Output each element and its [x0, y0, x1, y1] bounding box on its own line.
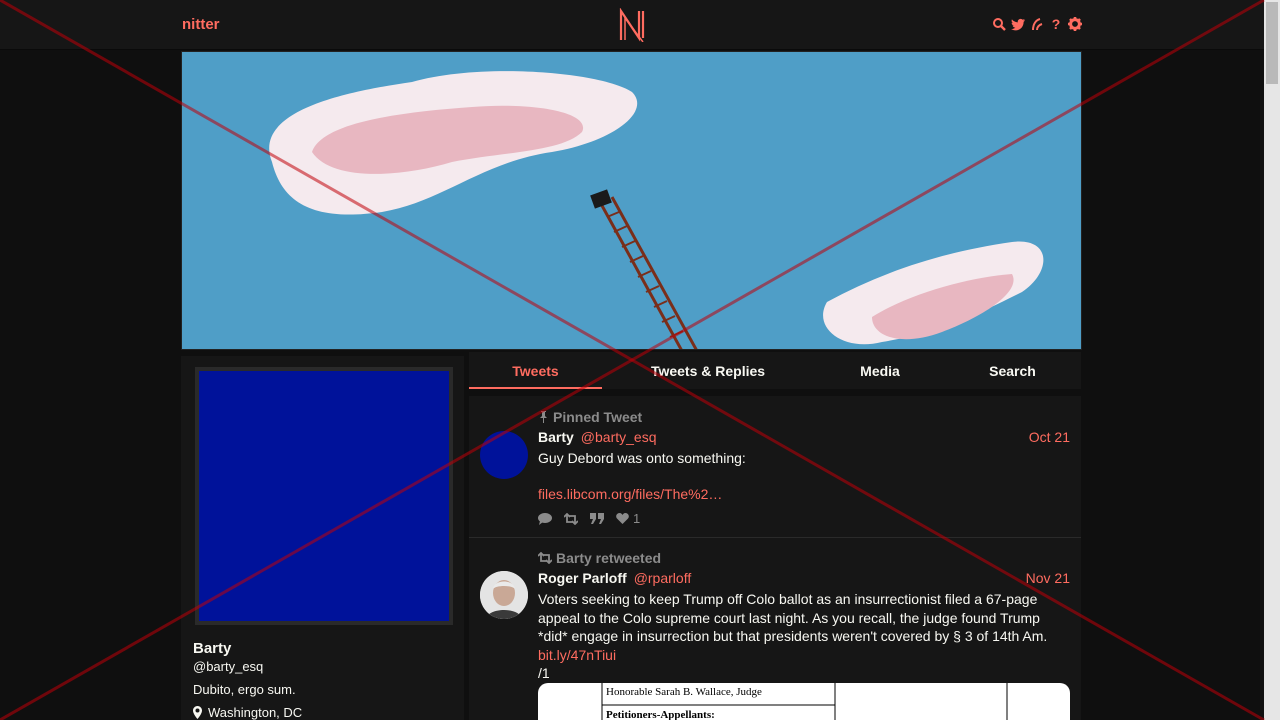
tweet-image-attachment[interactable]: Honorable Sarah B. Wallace, Judge Petiti… — [538, 683, 1070, 720]
search-icon[interactable] — [992, 16, 1006, 32]
top-navbar: nitter ? — [0, 0, 1264, 50]
profile-card: Barty @barty_esq Dubito, ergo sum. Washi… — [181, 356, 464, 720]
tweet-link[interactable]: bit.ly/47nTiui — [538, 646, 1058, 665]
tweet-author-handle[interactable]: @barty_esq — [581, 429, 657, 445]
nav-icon-group: ? — [992, 16, 1082, 32]
tab-search[interactable]: Search — [946, 352, 1079, 389]
quote-icon — [590, 513, 604, 524]
like-count: 1 — [633, 511, 641, 526]
document-line: Petitioners-Appellants: — [606, 709, 715, 720]
tab-tweets-replies[interactable]: Tweets & Replies — [602, 352, 814, 389]
scrollbar-thumb[interactable] — [1266, 2, 1278, 84]
tab-media[interactable]: Media — [814, 352, 946, 389]
tweet-header: Barty @barty_esq — [538, 429, 657, 445]
profile-name[interactable]: Barty — [193, 640, 231, 657]
retweeted-text: Barty retweeted — [556, 550, 662, 566]
timeline: Pinned Tweet Barty @barty_esq Oct 21 Guy… — [469, 396, 1081, 720]
tweet-stats: 1 — [538, 511, 640, 526]
reply-stat[interactable] — [538, 512, 552, 525]
quote-stat[interactable] — [590, 513, 604, 524]
page-scrollbar[interactable] — [1264, 0, 1280, 720]
help-icon[interactable]: ? — [1049, 16, 1063, 32]
settings-icon[interactable] — [1068, 16, 1082, 32]
tweet-header: Roger Parloff @rparloff — [538, 570, 691, 586]
brand-link[interactable]: nitter — [182, 16, 220, 33]
retweeted-label: Barty retweeted — [538, 550, 661, 566]
tweet-text: Voters seeking to keep Trump off Colo ba… — [538, 591, 1048, 644]
tweet-author-name[interactable]: Roger Parloff — [538, 570, 627, 586]
tweet-text: Guy Debord was onto something: — [538, 450, 746, 466]
timeline-tabs: Tweets Tweets & Replies Media Search — [469, 352, 1081, 389]
like-stat[interactable]: 1 — [616, 511, 640, 526]
tweet-text-suffix: /1 — [538, 665, 550, 681]
profile-bio: Dubito, ergo sum. — [193, 682, 296, 697]
profile-location: Washington, DC — [193, 705, 302, 720]
heart-icon — [616, 513, 629, 524]
tweet-date[interactable]: Oct 21 — [1029, 429, 1070, 445]
comment-icon — [538, 512, 552, 525]
retweet-icon — [564, 512, 578, 525]
pinned-text: Pinned Tweet — [553, 409, 643, 425]
document-line: Honorable Sarah B. Wallace, Judge — [606, 686, 762, 698]
profile-handle[interactable]: @barty_esq — [193, 659, 263, 674]
tweet-author-name[interactable]: Barty — [538, 429, 574, 445]
tweet-link[interactable]: files.libcom.org/files/The%2… — [538, 485, 1058, 504]
pinned-label: Pinned Tweet — [538, 409, 642, 425]
pin-icon — [540, 411, 547, 423]
tweet-author-handle[interactable]: @rparloff — [634, 570, 692, 586]
tweet-avatar[interactable] — [480, 571, 528, 619]
nitter-logo-icon[interactable] — [617, 8, 647, 42]
tweet[interactable]: Pinned Tweet Barty @barty_esq Oct 21 Guy… — [469, 396, 1081, 538]
retweet-icon — [538, 552, 552, 564]
rss-icon[interactable] — [1030, 16, 1044, 32]
profile-avatar[interactable] — [195, 367, 453, 625]
profile-banner[interactable] — [181, 51, 1082, 350]
tab-tweets[interactable]: Tweets — [469, 352, 602, 389]
tweet-date[interactable]: Nov 21 — [1026, 570, 1070, 586]
location-pin-icon — [193, 706, 202, 719]
tweet-avatar[interactable] — [480, 431, 528, 479]
twitter-icon[interactable] — [1011, 16, 1025, 32]
location-text: Washington, DC — [208, 705, 303, 720]
retweet-stat[interactable] — [564, 512, 578, 525]
